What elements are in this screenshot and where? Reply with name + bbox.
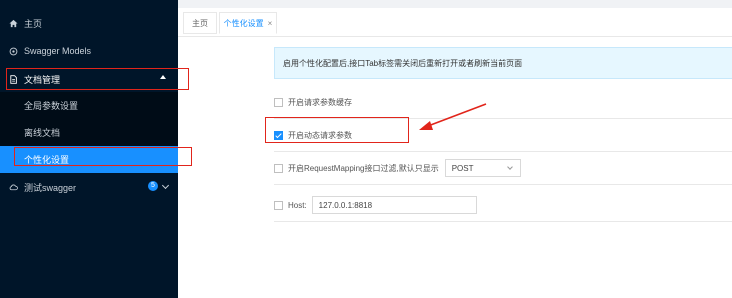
option-row-cache: 开启请求参数缓存 (274, 86, 732, 119)
close-icon[interactable]: × (268, 19, 273, 28)
sidebar-subitem-offline-doc[interactable]: 离线文档 (0, 119, 178, 146)
sidebar-item-home-label: 主页 (24, 18, 43, 29)
host-input-value: 127.0.0.1:8818 (318, 200, 373, 210)
option-label: 开启RequestMapping接口过滤,默认只显示 (288, 163, 439, 173)
host-input[interactable]: 127.0.0.1:8818 (311, 196, 477, 214)
cache-checkbox[interactable] (274, 97, 283, 107)
sidebar-item-test-swagger[interactable]: 测试swagger 5 (0, 174, 178, 200)
sidebar-item-swagger-models[interactable]: Swagger Models (0, 38, 178, 64)
settings-panel: 启用个性化配置后,接口Tab标签需关闭后重新打开或者刷新当前页面 开启请求参数缓… (178, 37, 732, 298)
option-row-host: Host: 127.0.0.1:8818 (274, 189, 732, 222)
annotation-box-personal-settings (14, 147, 192, 166)
tab-label: 个性化设置 (223, 18, 264, 28)
option-label: 开启请求参数缓存 (288, 97, 352, 107)
option-label: Host: (288, 200, 307, 210)
chevron-down-icon (161, 181, 170, 190)
sidebar-item-test-swagger-label: 测试swagger (24, 182, 77, 193)
tab-personal-settings[interactable]: 个性化设置 × (219, 12, 277, 34)
method-select[interactable]: POST (444, 159, 521, 177)
tabs-bar: 主页 个性化设置 × (178, 8, 732, 37)
sidebar-item-swagger-models-label: Swagger Models (24, 46, 92, 56)
annotation-box-doc-manage (6, 68, 189, 90)
filter-checkbox[interactable] (274, 163, 283, 173)
tab-home[interactable]: 主页 (183, 12, 217, 34)
sidebar-subitem-label: 离线文档 (24, 128, 61, 138)
annotation-box-dynamic-params (265, 117, 409, 143)
swagger-models-icon (9, 47, 18, 56)
info-notice: 启用个性化配置后,接口Tab标签需关闭后重新打开或者刷新当前页面 (274, 47, 732, 79)
sidebar-subitem-label: 全局参数设置 (24, 101, 79, 111)
annotation-arrow (419, 103, 487, 130)
chevron-down-icon (506, 164, 513, 170)
notice-text: 启用个性化配置后,接口Tab标签需关闭后重新打开或者刷新当前页面 (283, 58, 523, 68)
tab-label: 主页 (192, 18, 208, 28)
sidebar-subitem-global-params[interactable]: 全局参数设置 (0, 92, 178, 119)
host-checkbox[interactable] (274, 200, 283, 210)
option-row-filter: 开启RequestMapping接口过滤,默认只显示 POST (274, 152, 732, 185)
method-select-value: POST (451, 163, 474, 173)
home-icon (9, 19, 18, 28)
count-badge: 5 (148, 181, 158, 191)
cloud-icon (9, 183, 18, 192)
sidebar-item-home[interactable]: 主页 (0, 10, 178, 36)
